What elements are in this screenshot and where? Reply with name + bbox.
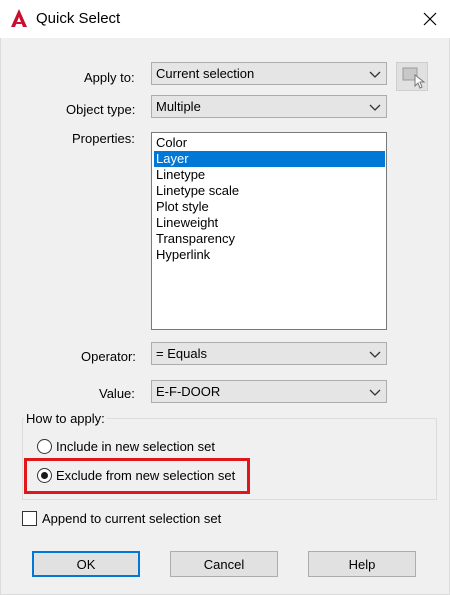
chevron-down-icon	[369, 104, 381, 111]
value-label: Value:	[99, 386, 135, 401]
close-button[interactable]	[410, 0, 450, 38]
chevron-down-icon	[369, 71, 381, 78]
properties-listbox[interactable]: Color Layer Linetype Linetype scale Plot…	[151, 132, 387, 330]
properties-label: Properties:	[72, 131, 135, 146]
chevron-down-icon	[369, 389, 381, 396]
window-title: Quick Select	[36, 10, 121, 27]
apply-to-label: Apply to:	[84, 70, 135, 85]
title-bar: Quick Select	[0, 0, 450, 38]
checkbox-icon	[22, 510, 37, 526]
object-type-dropdown[interactable]: Multiple	[151, 95, 387, 118]
include-radio[interactable]: Include in new selection set	[37, 437, 215, 455]
value-value: E-F-DOOR	[156, 384, 221, 399]
select-objects-icon	[402, 67, 426, 89]
property-item-layer[interactable]: Layer	[154, 151, 385, 167]
property-item-lineweight[interactable]: Lineweight	[154, 215, 385, 231]
property-item-hyperlink[interactable]: Hyperlink	[154, 247, 385, 263]
object-type-value: Multiple	[156, 99, 201, 114]
property-item-color[interactable]: Color	[154, 135, 385, 151]
highlight-box	[24, 458, 250, 494]
how-to-apply-title: How to apply:	[24, 411, 107, 426]
property-item-plot-style[interactable]: Plot style	[154, 199, 385, 215]
property-item-linetype-scale[interactable]: Linetype scale	[154, 183, 385, 199]
help-button[interactable]: Help	[308, 551, 416, 577]
select-objects-button[interactable]	[396, 62, 428, 91]
property-item-transparency[interactable]: Transparency	[154, 231, 385, 247]
object-type-label: Object type:	[66, 102, 136, 117]
operator-dropdown[interactable]: = Equals	[151, 342, 387, 365]
operator-label: Operator:	[81, 349, 136, 364]
append-checkbox[interactable]: Append to current selection set	[22, 509, 221, 527]
apply-to-value: Current selection	[156, 66, 255, 81]
autocad-a-icon	[11, 9, 27, 27]
radio-button-icon	[37, 438, 52, 454]
value-dropdown[interactable]: E-F-DOOR	[151, 380, 387, 403]
cancel-button[interactable]: Cancel	[170, 551, 278, 577]
property-item-linetype[interactable]: Linetype	[154, 167, 385, 183]
chevron-down-icon	[369, 351, 381, 358]
apply-to-dropdown[interactable]: Current selection	[151, 62, 387, 85]
operator-value: = Equals	[156, 346, 207, 361]
include-label: Include in new selection set	[56, 438, 215, 454]
append-label: Append to current selection set	[42, 510, 222, 526]
ok-button[interactable]: OK	[32, 551, 140, 577]
close-x-icon	[423, 12, 437, 26]
